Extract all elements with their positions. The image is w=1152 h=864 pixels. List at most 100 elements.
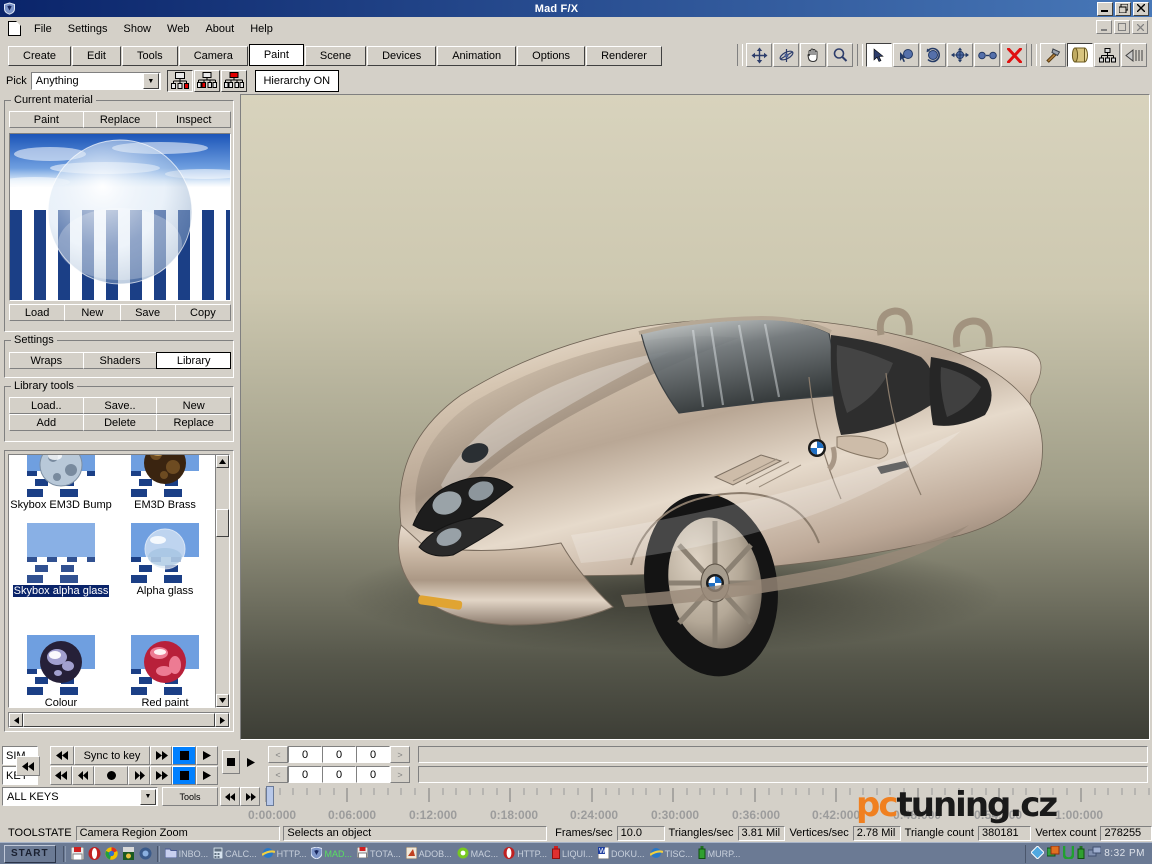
- anim-track-row-1[interactable]: [418, 746, 1148, 763]
- tab-devices[interactable]: Devices: [367, 46, 437, 66]
- menu-item-web[interactable]: Web: [159, 21, 197, 37]
- tab-animation[interactable]: Animation: [437, 46, 517, 66]
- sim-stop-button[interactable]: [172, 746, 196, 765]
- bottle-icon[interactable]: [1077, 845, 1085, 862]
- scroll-thumb[interactable]: [216, 509, 229, 537]
- list-item[interactable]: TISC...: [648, 845, 695, 862]
- settings-shaders-button[interactable]: Shaders: [82, 352, 158, 369]
- library-replace-button[interactable]: Replace: [156, 414, 232, 431]
- hierarchy-leaves-icon[interactable]: [193, 70, 220, 92]
- mdi-minimize-button[interactable]: [1096, 20, 1112, 34]
- material-copy-button[interactable]: Copy: [174, 304, 231, 321]
- o-icon[interactable]: [138, 846, 153, 861]
- chevron-down-icon[interactable]: ▼: [142, 73, 159, 89]
- library-add-button[interactable]: Add: [9, 414, 84, 431]
- tab-scene[interactable]: Scene: [304, 46, 367, 66]
- timeline-step-fwd-button[interactable]: [240, 787, 260, 806]
- spinner1-next-button[interactable]: >: [390, 746, 410, 763]
- network-icon[interactable]: [1087, 846, 1102, 861]
- keys-combo[interactable]: ALL KEYS ▼: [2, 787, 158, 806]
- key-play-button[interactable]: [196, 766, 218, 785]
- material-paint-button[interactable]: Paint: [9, 111, 84, 128]
- material-inspect-button[interactable]: Inspect: [156, 111, 232, 128]
- scroll-up-button[interactable]: [216, 455, 229, 468]
- hierarchy-root-icon[interactable]: [220, 70, 247, 92]
- menu-item-file[interactable]: File: [26, 21, 60, 37]
- timeline-step-back-button[interactable]: [220, 787, 240, 806]
- list-item[interactable]: MURP...: [696, 845, 743, 862]
- list-item[interactable]: CALC...: [211, 845, 259, 862]
- scroll-left-button[interactable]: [9, 713, 23, 727]
- chrome-icon[interactable]: [104, 846, 119, 861]
- hierarchy-icon[interactable]: [1094, 43, 1120, 67]
- anim-tools-button[interactable]: Tools: [162, 787, 218, 806]
- key-forward-button[interactable]: [128, 766, 150, 785]
- material-replace-button[interactable]: Replace: [82, 111, 158, 128]
- global-play-button[interactable]: [242, 750, 260, 774]
- spinner2-field-1[interactable]: 0: [288, 766, 322, 783]
- sim-play-button[interactable]: [196, 746, 218, 765]
- sync-to-key-button[interactable]: Sync to key: [74, 746, 150, 765]
- list-item[interactable]: EM3D Brass: [113, 455, 215, 511]
- settings-wraps-button[interactable]: Wraps: [9, 352, 84, 369]
- menu-item-help[interactable]: Help: [242, 21, 281, 37]
- anim-track-row-2[interactable]: [418, 766, 1148, 783]
- opera-icon[interactable]: [87, 846, 102, 861]
- rotate-object-icon[interactable]: [920, 43, 946, 67]
- material-preview[interactable]: [9, 133, 231, 301]
- list-item[interactable]: HTTP...: [501, 845, 549, 862]
- list-item[interactable]: Colour: [9, 635, 113, 707]
- tab-create[interactable]: Create: [8, 46, 72, 66]
- scroll-thumb-horizontal[interactable]: [23, 713, 215, 727]
- material-new-button[interactable]: New: [64, 304, 121, 321]
- list-item[interactable]: Alpha glass: [113, 523, 215, 597]
- diamond-icon[interactable]: [1030, 844, 1045, 862]
- mdi-close-button[interactable]: [1132, 20, 1148, 34]
- spinner1-field-3[interactable]: 0: [356, 746, 390, 763]
- material-roll-icon[interactable]: [1067, 43, 1093, 67]
- floppy-icon[interactable]: [70, 846, 85, 861]
- tab-paint[interactable]: Paint: [248, 44, 304, 66]
- minimize-button[interactable]: [1097, 1, 1113, 16]
- delete-x-icon[interactable]: [1001, 43, 1027, 67]
- key-record-button[interactable]: [94, 766, 128, 785]
- close-button[interactable]: [1133, 1, 1149, 16]
- scroll-right-button[interactable]: [215, 713, 229, 727]
- keys-chevron-down-icon[interactable]: ▼: [140, 788, 156, 805]
- timeline-ruler[interactable]: [262, 786, 1150, 808]
- orbit-icon[interactable]: [773, 43, 799, 67]
- mdi-restore-button[interactable]: [1114, 20, 1130, 34]
- menu-item-about[interactable]: About: [197, 21, 242, 37]
- key-rewind-all-button[interactable]: [50, 766, 72, 785]
- spinner2-prev-button[interactable]: <: [268, 766, 288, 783]
- library-delete-button[interactable]: Delete: [82, 414, 158, 431]
- list-item[interactable]: ADOB...: [404, 845, 454, 862]
- spinner2-next-button[interactable]: >: [390, 766, 410, 783]
- key-forward-all-button[interactable]: [150, 766, 172, 785]
- sim-rewind-button[interactable]: [50, 746, 74, 765]
- winamp-icon[interactable]: [121, 846, 136, 861]
- start-button[interactable]: START: [4, 844, 56, 863]
- zoom-magnifier-icon[interactable]: [827, 43, 853, 67]
- list-item[interactable]: Skybox EM3D Bump: [9, 455, 113, 511]
- spinner1-field-1[interactable]: 0: [288, 746, 322, 763]
- tab-options[interactable]: Options: [517, 46, 586, 66]
- list-item[interactable]: Skybox alpha glass: [9, 523, 113, 597]
- move-object-icon[interactable]: [947, 43, 973, 67]
- windows-icon[interactable]: [1046, 845, 1060, 861]
- tab-renderer[interactable]: Renderer: [586, 46, 662, 66]
- spinner2-field-3[interactable]: 0: [356, 766, 390, 783]
- 3d-viewport[interactable]: [240, 94, 1150, 740]
- spinner1-prev-button[interactable]: <: [268, 746, 288, 763]
- settings-library-button[interactable]: Library: [156, 352, 232, 369]
- scale-object-icon[interactable]: [974, 43, 1000, 67]
- list-item[interactable]: TOTA...: [355, 845, 403, 862]
- material-save-button[interactable]: Save: [119, 304, 176, 321]
- select-object-icon[interactable]: [893, 43, 919, 67]
- hammer-icon[interactable]: [1040, 43, 1066, 67]
- list-item[interactable]: MAD...: [309, 845, 354, 862]
- global-stop-button[interactable]: [222, 750, 240, 774]
- menu-item-settings[interactable]: Settings: [60, 21, 116, 37]
- material-load-button[interactable]: Load: [9, 304, 66, 321]
- list-item[interactable]: Red paint: [113, 635, 215, 707]
